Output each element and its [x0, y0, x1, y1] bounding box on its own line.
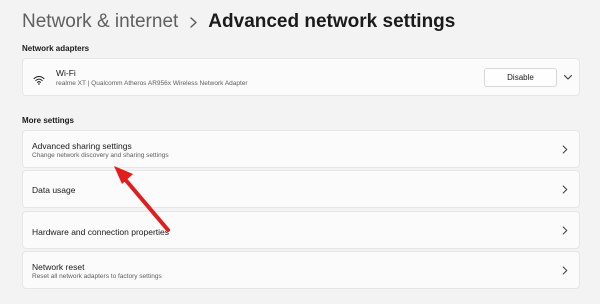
adapter-description: realme XT | Qualcomm Atheros AR956x Wire…	[56, 80, 248, 87]
hardware-connection-properties-item[interactable]: Hardware and connection properties	[22, 211, 580, 249]
data-usage-item[interactable]: Data usage	[22, 170, 580, 208]
chevron-right-icon	[562, 226, 568, 235]
breadcrumb: Network & internet Advanced network sett…	[22, 9, 455, 35]
breadcrumb-parent-link[interactable]: Network & internet	[22, 9, 178, 35]
page-title: Advanced network settings	[208, 11, 456, 32]
chevron-right-icon	[562, 145, 568, 154]
chevron-right-icon	[562, 185, 568, 194]
item-subtitle: Change network discovery and sharing set…	[32, 152, 169, 159]
adapter-name: Wi-Fi	[56, 68, 76, 78]
network-reset-item[interactable]: Network reset Reset all network adapters…	[22, 251, 580, 289]
wifi-icon	[33, 72, 45, 85]
advanced-sharing-settings-item[interactable]: Advanced sharing settings Change network…	[22, 130, 580, 168]
network-adapters-heading: Network adapters	[22, 44, 90, 53]
chevron-right-icon	[190, 16, 197, 28]
disable-button[interactable]: Disable	[484, 68, 557, 87]
item-title: Advanced sharing settings	[32, 141, 132, 151]
wifi-adapter-card: Wi-Fi realme XT | Qualcomm Atheros AR956…	[22, 58, 580, 96]
item-title: Data usage	[32, 185, 76, 195]
chevron-down-icon[interactable]	[563, 73, 573, 81]
item-title: Network reset	[32, 262, 85, 272]
more-settings-heading: More settings	[22, 116, 75, 125]
item-title: Hardware and connection properties	[32, 227, 170, 237]
chevron-right-icon	[562, 266, 568, 275]
item-subtitle: Reset all network adapters to factory se…	[32, 273, 162, 280]
